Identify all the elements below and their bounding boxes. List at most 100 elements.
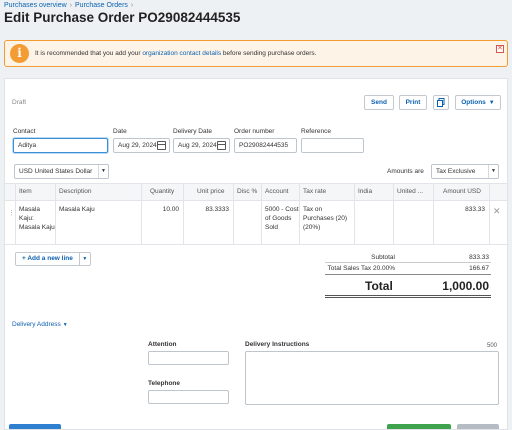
purchase-order-card: Draft Send Print Options ▼ Contact Aditya… [4, 78, 508, 430]
column-header-description: Description [59, 188, 92, 195]
options-button[interactable]: Options ▼ [455, 95, 501, 110]
column-header-unit-price: Unit price [197, 188, 225, 195]
column-divider [183, 183, 184, 245]
amounts-select[interactable]: Tax Exclusive ▼ [431, 164, 499, 179]
line-items-header: Item Description Quantity Unit price Dis… [5, 183, 507, 201]
amounts-value: Tax Exclusive [436, 168, 476, 175]
column-divider [141, 183, 142, 245]
organization-details-alert: i It is recommended that you add your or… [4, 40, 508, 67]
save-options-button[interactable] [457, 424, 499, 429]
order-number-label: Order number [234, 128, 275, 135]
column-header-united: United ... [397, 188, 424, 195]
close-icon[interactable]: ✕ [496, 45, 504, 53]
column-divider [261, 183, 262, 245]
delivery-date-value: Aug 29, 2024 [178, 142, 217, 149]
breadcrumb-purchase-orders[interactable]: Purchase Orders [75, 2, 128, 9]
attention-label: Attention [148, 341, 177, 348]
breadcrumb-separator: › [130, 2, 134, 9]
chevron-down-icon: ▼ [488, 100, 495, 106]
contact-label: Contact [13, 128, 36, 135]
send-button[interactable]: Send [364, 95, 394, 110]
add-new-line-button[interactable]: + Add a new line [16, 253, 80, 265]
chevron-down-icon: ▼ [488, 165, 498, 178]
column-divider [393, 183, 394, 245]
column-divider [55, 183, 56, 245]
date-label: Date [113, 128, 127, 135]
column-header-disc: Disc % [237, 188, 258, 195]
reference-label: Reference [301, 128, 331, 135]
column-divider [489, 183, 490, 245]
print-button[interactable]: Print [399, 95, 427, 110]
table-row[interactable]: ⋮ Masala Kaju: Masala Kaju Masala Kaju 1… [5, 201, 507, 245]
chevron-down-icon[interactable]: ▼ [80, 253, 90, 265]
total-value: 1,000.00 [442, 279, 489, 293]
row-amount[interactable]: 833.33 [445, 205, 485, 214]
add-line-button-group: + Add a new line ▼ [15, 252, 91, 266]
breadcrumb: Purchases overview › Purchase Orders › [4, 2, 136, 9]
column-header-india: India [358, 188, 373, 195]
page-title: Edit Purchase Order PO29082444535 [4, 10, 241, 25]
tax-label: Total Sales Tax 20.00% [327, 265, 395, 272]
options-label: Options [461, 99, 486, 106]
column-divider [433, 183, 434, 245]
delivery-address-toggle[interactable]: Delivery Address ▼ [12, 321, 68, 328]
reference-input[interactable] [301, 138, 364, 153]
telephone-input[interactable] [148, 390, 229, 404]
attention-input[interactable] [148, 351, 229, 365]
totals-divider [325, 262, 491, 263]
save-button[interactable] [387, 424, 451, 429]
column-divider [15, 183, 16, 245]
alert-text-before: It is recommended that you add your [35, 50, 143, 57]
subtotal-value: 833.33 [469, 254, 489, 261]
row-tax-rate[interactable]: Tax on Purchases (20) (20%) [303, 205, 353, 232]
calendar-icon[interactable] [217, 141, 226, 150]
telephone-label: Telephone [148, 380, 181, 387]
chevron-down-icon: ▼ [98, 165, 108, 178]
date-input[interactable]: Aug 29, 2024 [113, 138, 170, 153]
row-item[interactable]: Masala Kaju: Masala Kaju [19, 205, 55, 232]
copy-button[interactable] [433, 95, 449, 110]
currency-select[interactable]: USD United States Dollar ▼ [14, 164, 109, 179]
tax-value: 166.67 [469, 265, 489, 272]
subtotal-label: Subtotal [371, 254, 395, 261]
organization-contact-details-link[interactable]: organization contact details [142, 50, 221, 57]
cancel-button[interactable] [9, 424, 61, 429]
row-unit-price[interactable]: 83.3333 [195, 205, 230, 214]
column-divider [299, 183, 300, 245]
delete-row-icon[interactable]: ✕ [493, 206, 501, 217]
column-header-item: Item [19, 188, 32, 195]
info-icon: i [10, 44, 29, 63]
column-header-account: Account [265, 188, 289, 195]
drag-handle-icon[interactable]: ⋮ [8, 209, 15, 217]
column-header-tax-rate: Tax rate [303, 188, 327, 195]
total-label: Total [365, 279, 393, 293]
currency-value: USD United States Dollar [19, 168, 93, 175]
row-description[interactable]: Masala Kaju [59, 205, 139, 214]
column-header-amount: Amount USD [443, 188, 481, 195]
breadcrumb-purchases-overview[interactable]: Purchases overview [4, 2, 67, 9]
alert-message: It is recommended that you add your orga… [35, 50, 317, 57]
totals-divider [325, 274, 491, 275]
date-value: Aug 29, 2024 [118, 142, 157, 149]
column-header-quantity: Quantity [150, 188, 175, 195]
column-divider [233, 183, 234, 245]
order-number-input[interactable]: PO29082444535 [234, 138, 297, 153]
delivery-address-label: Delivery Address [12, 321, 61, 328]
alert-text-after: before sending purchase orders. [221, 50, 317, 57]
row-quantity[interactable]: 10.00 [145, 205, 179, 214]
breadcrumb-separator: › [69, 2, 72, 9]
chevron-down-icon: ▼ [62, 322, 68, 328]
copy-icon [437, 98, 445, 107]
instructions-character-counter: 500 [487, 343, 498, 349]
delivery-instructions-textarea[interactable] [245, 351, 499, 405]
amounts-are-label: Amounts are [387, 168, 424, 175]
status-label: Draft [12, 99, 27, 106]
contact-input[interactable]: Aditya [13, 138, 108, 153]
total-double-rule [325, 295, 491, 298]
delivery-instructions-label: Delivery Instructions [245, 341, 310, 348]
delivery-date-label: Delivery Date [173, 128, 213, 135]
column-divider [354, 183, 355, 245]
row-account[interactable]: 5000 - Cost of Goods Sold [265, 205, 299, 232]
delivery-date-input[interactable]: Aug 29, 2024 [173, 138, 230, 153]
calendar-icon[interactable] [157, 141, 166, 150]
